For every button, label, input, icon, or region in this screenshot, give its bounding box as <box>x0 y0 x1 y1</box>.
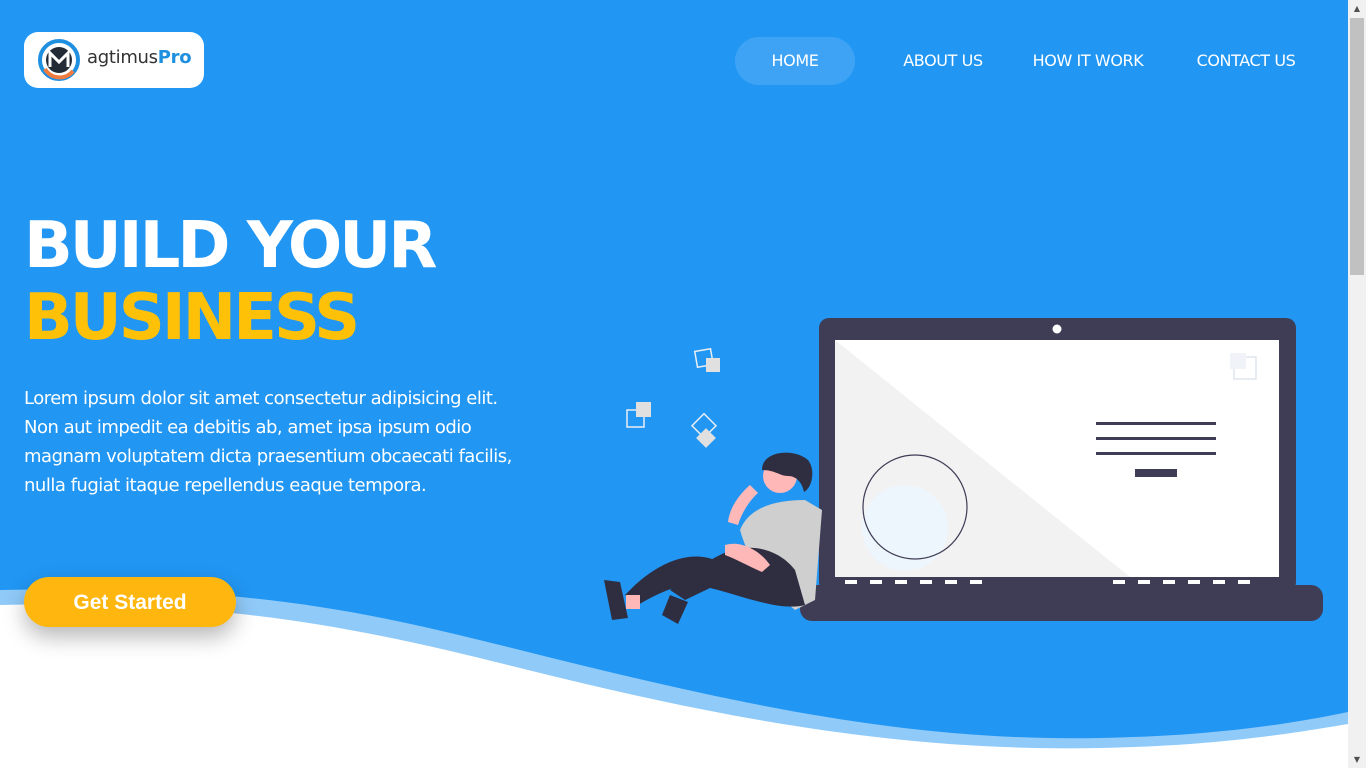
get-started-button[interactable]: Get Started <box>24 577 236 627</box>
triangle-down-icon[interactable]: ▼ <box>1348 751 1366 768</box>
hero-description: Lorem ipsum dolor sit amet consectetur a… <box>24 388 512 496</box>
triangle-up-icon[interactable]: ▲ <box>1348 0 1366 17</box>
nav-how-it-work-link[interactable]: HOW IT WORK <box>1021 37 1155 85</box>
nav-home-link[interactable]: HOME <box>735 37 855 85</box>
nav-about-link[interactable]: ABOUT US <box>893 37 993 85</box>
hero-section: agtimusPro HOME ABOUT US HOW IT WORK CON… <box>0 0 1348 768</box>
nav-contact-link[interactable]: CONTACT US <box>1183 37 1309 85</box>
logo-mark-icon <box>38 39 80 81</box>
hero-title-line2: BUSINESS <box>24 281 360 355</box>
landing-page: agtimusPro HOME ABOUT US HOW IT WORK CON… <box>0 0 1366 768</box>
scrollbar-thumb[interactable] <box>1350 18 1364 275</box>
person-figure <box>604 452 822 624</box>
floating-squares-decoration <box>626 347 720 448</box>
brand-name: agtimusPro <box>87 47 192 68</box>
hero-title: BUILD YOUR BUSINESS <box>24 209 437 355</box>
hero-title-line1: BUILD YOUR <box>24 209 437 283</box>
brand-logo[interactable]: agtimusPro <box>24 32 204 88</box>
laptop-person-illustration <box>604 318 1323 624</box>
vertical-scrollbar[interactable]: ▲ ▼ <box>1348 0 1366 768</box>
